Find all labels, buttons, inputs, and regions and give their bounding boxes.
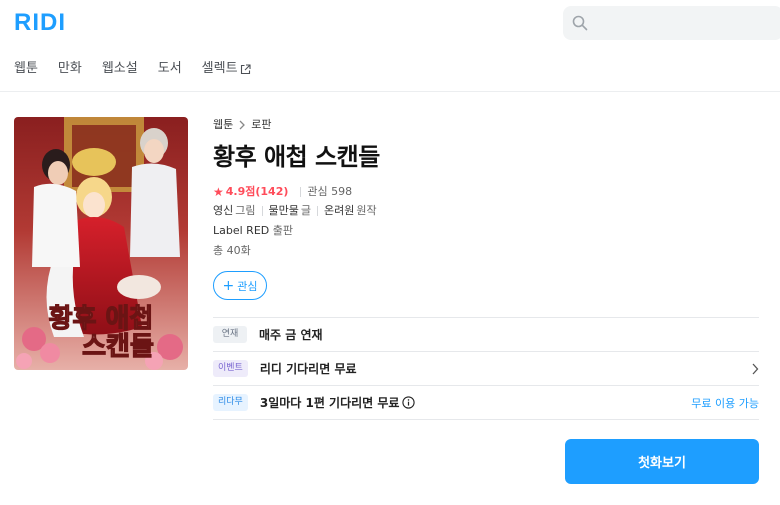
divider [300,187,302,197]
nav-item-webtoon[interactable]: 웹툰 [14,58,38,80]
external-link-icon [240,63,251,74]
cover-artwork: 황후 애첩 스캔들 [14,117,188,370]
authors-row: 영신 그림 물만물 글 온려원 원작 [213,203,377,219]
chevron-right-icon[interactable] [751,363,759,375]
author-artist[interactable]: 영신 [213,203,233,219]
info-rows: 연재 매주 금 연재 이벤트 리디 기다리면 무료 리다무 3일마다 1편 기다… [213,317,759,420]
nav-item-webnovel[interactable]: 웹소설 [102,58,138,80]
author-original[interactable]: 온려원 [324,203,354,219]
breadcrumb: 웹툰 로판 [213,117,272,133]
read-first-episode-button[interactable]: 첫화보기 [565,439,759,484]
serial-schedule-text: 매주 금 연재 [259,328,323,342]
breadcrumb-category[interactable]: 웹툰 [213,117,233,133]
author-role: 글 [300,204,311,217]
nav-item-select[interactable]: 셀렉트 [202,58,251,80]
info-icon[interactable] [402,396,416,409]
main-nav: 웹툰 만화 웹소설 도서 셀렉트 [14,58,271,80]
episode-count: 총 40화 [213,244,251,257]
star-icon: ★ [213,185,224,199]
cover-title-line1: 황후 애첩 [49,304,154,334]
divider [261,206,263,216]
wait-free-text: 3일마다 1편 기다리면 무료 [259,396,400,410]
free-available-link[interactable]: 무료 이용 가능 [691,395,759,411]
rating-row: ★ 4.9점 (142) 관심 598 [213,184,352,200]
page-title: 황후 애첩 스캔들 [213,143,380,171]
add-favorite-label: 관심 [237,279,258,293]
serial-schedule-row: 연재 매주 금 연재 [213,318,759,352]
nav-item-comics[interactable]: 만화 [58,58,82,80]
breadcrumb-genre[interactable]: 로판 [251,117,271,133]
publisher-name[interactable]: Label RED [213,224,269,237]
event-badge: 이벤트 [213,360,248,377]
site-header: RIDI 웹툰 만화 웹소설 도서 셀렉트 [0,0,780,92]
divider [317,206,318,216]
publisher-row: Label RED 출판 [213,223,293,239]
favorite-count: 관심 598 [307,185,353,198]
chevron-right-icon [238,120,246,130]
author-role: 그림 [235,204,256,217]
publisher-role: 출판 [272,224,293,237]
serial-badge: 연재 [213,326,247,343]
nav-item-books[interactable]: 도서 [158,58,182,80]
wait-free-row: 리다무 3일마다 1편 기다리면 무료 무료 이용 가능 [213,386,759,420]
rating-count[interactable]: (142) [255,184,288,200]
book-cover-image[interactable]: 황후 애첩 스캔들 [14,117,188,370]
rating-score: 4.9점 [225,185,256,198]
ridi-logo[interactable]: RIDI [14,9,66,37]
add-favorite-button[interactable]: + 관심 [213,271,267,300]
event-text: 리디 기다리면 무료 [259,362,357,376]
search-icon [572,15,588,31]
read-first-episode-label: 첫화보기 [638,456,686,471]
event-row[interactable]: 이벤트 리디 기다리면 무료 [213,352,759,386]
wait-free-badge: 리다무 [213,394,248,411]
wait-free-text-wrap: 3일마다 1편 기다리면 무료 [260,394,416,411]
cover-title-line2: 스캔들 [82,332,154,362]
plus-icon: + [222,277,235,294]
author-role: 원작 [356,204,377,217]
search-input[interactable] [563,6,780,40]
author-writer[interactable]: 물만물 [269,203,299,219]
